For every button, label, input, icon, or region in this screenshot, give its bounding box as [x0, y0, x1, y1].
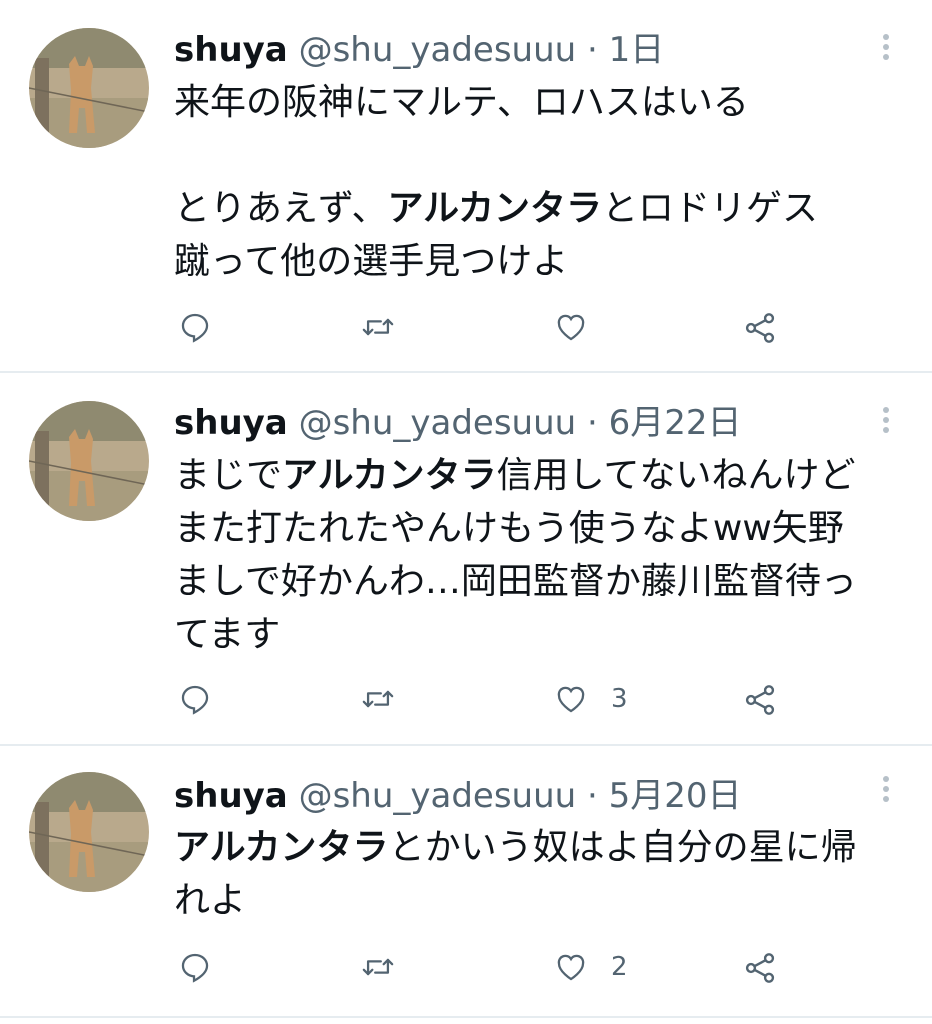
- tweet-text-line: てます: [174, 608, 904, 661]
- tweet-text-run: とロドリゲス: [602, 188, 819, 229]
- tweet-text-run: 蹴って他の選手見つけよ: [174, 241, 569, 282]
- tweet-text-run: 信用してないねんけど: [496, 455, 856, 496]
- user-name[interactable]: shuya: [174, 776, 288, 816]
- tweet-text-run: また打たれたやんけもう使うなよww矢野: [174, 508, 844, 549]
- share-icon: [745, 313, 775, 343]
- user-name[interactable]: shuya: [174, 30, 288, 70]
- like-icon: [557, 686, 585, 713]
- tweet-text-run: まじで: [174, 455, 283, 496]
- user-handle[interactable]: @shu_yadesuuu: [299, 403, 577, 443]
- highlighted-keyword: アルカンタラ: [387, 188, 603, 229]
- share-button[interactable]: [742, 682, 778, 718]
- timestamp[interactable]: 6月22日: [609, 403, 742, 443]
- like-button[interactable]: 2: [553, 950, 628, 984]
- tweet-text-line: ましで好かんわ…岡田監督か藤川監督待っ: [174, 555, 904, 608]
- tweet[interactable]: shuya @shu_yadesuuu · 1日 来年の阪神にマルテ、ロハスはい…: [0, 0, 932, 372]
- share-button[interactable]: [742, 310, 778, 346]
- avatar[interactable]: [29, 772, 149, 892]
- tweet-text-line: まじでアルカンタラ信用してないねんけど: [174, 449, 904, 502]
- tweet-text-run: てます: [174, 614, 281, 655]
- tweet-text-line: [174, 129, 904, 182]
- tweet-header: shuya @shu_yadesuuu · 1日: [174, 30, 664, 70]
- tweet-text: 来年の阪神にマルテ、ロハスはいる とりあえず、アルカンタラとロドリゲス 蹴って他の選…: [174, 76, 904, 288]
- user-handle[interactable]: @shu_yadesuuu: [299, 776, 577, 816]
- like-icon: [557, 314, 585, 341]
- tweet-text-line: 蹴って他の選手見つけよ: [174, 235, 904, 288]
- share-icon: [745, 953, 775, 983]
- separator-dot: ·: [587, 30, 598, 70]
- tweet-text-run: とりあえず、: [174, 188, 388, 229]
- tweet-text-line: れよ: [174, 874, 904, 927]
- more-options-icon[interactable]: [876, 34, 896, 64]
- user-name[interactable]: shuya: [174, 403, 288, 443]
- like-count: 3: [611, 684, 628, 714]
- tweet[interactable]: shuya @shu_yadesuuu · 5月20日 アルカンタラとかいう奴は…: [0, 746, 932, 1016]
- reply-button[interactable]: [178, 950, 234, 984]
- retweet-button[interactable]: [360, 950, 418, 984]
- highlighted-keyword: アルカンタラ: [282, 455, 497, 496]
- separator-dot: ·: [587, 776, 598, 816]
- tweet-text-run: 来年の阪神にマルテ、ロハスはいる: [174, 82, 749, 123]
- avatar[interactable]: [29, 28, 149, 148]
- separator-dot: ·: [587, 403, 598, 443]
- tweet-text-line: 来年の阪神にマルテ、ロハスはいる: [174, 76, 904, 129]
- reply-button[interactable]: [178, 682, 234, 716]
- like-icon: [557, 954, 585, 981]
- timestamp[interactable]: 1日: [609, 30, 665, 70]
- reply-icon: [181, 953, 209, 983]
- share-button[interactable]: [742, 950, 778, 986]
- avatar[interactable]: [29, 401, 149, 521]
- retweet-button[interactable]: [360, 682, 418, 716]
- share-icon: [745, 685, 775, 715]
- more-options-icon[interactable]: [876, 776, 896, 806]
- tweet-text-run: れよ: [174, 880, 247, 921]
- more-options-icon[interactable]: [876, 407, 896, 437]
- tweet-text: まじでアルカンタラ信用してないねんけどまた打たれたやんけもう使うなよww矢野 まし…: [174, 449, 904, 661]
- highlighted-keyword: アルカンタラ: [174, 827, 389, 868]
- tweet-header: shuya @shu_yadesuuu · 6月22日: [174, 403, 742, 443]
- reply-icon: [181, 685, 209, 715]
- reply-button[interactable]: [178, 310, 234, 344]
- like-button[interactable]: 3: [553, 682, 628, 716]
- tweet-text-run: とかいう奴はよ自分の星に帰: [388, 827, 857, 868]
- user-handle[interactable]: @shu_yadesuuu: [299, 30, 577, 70]
- tweet-text: アルカンタラとかいう奴はよ自分の星に帰れよ: [174, 821, 904, 927]
- tweet-header: shuya @shu_yadesuuu · 5月20日: [174, 776, 742, 816]
- retweet-icon: [362, 958, 394, 976]
- tweet-text-line: アルカンタラとかいう奴はよ自分の星に帰: [174, 821, 904, 874]
- retweet-icon: [362, 318, 394, 336]
- reply-icon: [181, 313, 209, 343]
- retweet-button[interactable]: [360, 310, 418, 344]
- tweet-divider: [0, 1016, 932, 1018]
- retweet-icon: [362, 690, 394, 708]
- tweet[interactable]: shuya @shu_yadesuuu · 6月22日 まじでアルカンタラ信用し…: [0, 373, 932, 745]
- timestamp[interactable]: 5月20日: [609, 776, 742, 816]
- tweet-text-line: また打たれたやんけもう使うなよww矢野: [174, 502, 904, 555]
- tweet-text-run: ましで好かんわ…岡田監督か藤川監督待っ: [174, 561, 857, 602]
- like-count: 2: [611, 952, 628, 982]
- like-button[interactable]: [553, 310, 611, 344]
- tweet-text-line: とりあえず、アルカンタラとロドリゲス: [174, 182, 904, 235]
